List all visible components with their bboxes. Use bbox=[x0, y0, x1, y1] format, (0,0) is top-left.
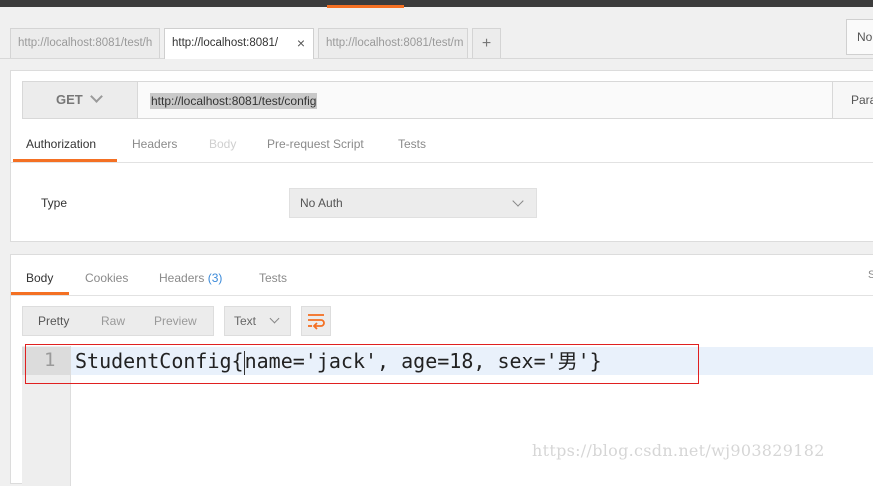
chevron-down-icon bbox=[269, 313, 280, 324]
auth-type-select[interactable]: No Auth bbox=[289, 188, 537, 218]
tab-request-3[interactable]: http://localhost:8081/test/m bbox=[318, 28, 468, 58]
code-before-cursor: StudentConfig{ bbox=[75, 349, 244, 373]
watermark: https://blog.csdn.net/wj903829182 bbox=[532, 441, 825, 460]
close-icon[interactable]: × bbox=[297, 29, 305, 58]
wrap-icon bbox=[308, 314, 325, 330]
status-label: S bbox=[868, 269, 873, 281]
tab-body[interactable]: Body bbox=[209, 137, 236, 151]
tab-response-tests[interactable]: Tests bbox=[259, 271, 287, 285]
auth-type-label: Type bbox=[41, 196, 68, 210]
chevron-down-icon bbox=[89, 90, 103, 103]
view-mode-group: Pretty Raw Preview bbox=[22, 306, 214, 336]
tab-response-headers[interactable]: Headers (3) bbox=[159, 271, 222, 285]
format-select[interactable]: Text bbox=[224, 306, 291, 336]
url-bar: GET http://localhost:8081/test/config Pa… bbox=[22, 81, 873, 119]
pretty-button[interactable]: Pretty bbox=[38, 307, 69, 335]
active-tab-underline bbox=[13, 159, 117, 162]
wrap-lines-button[interactable] bbox=[301, 306, 331, 336]
environment-select[interactable]: No bbox=[846, 19, 873, 55]
tab-label: http://localhost:8081/test/m bbox=[326, 37, 464, 49]
tab-authorization[interactable]: Authorization bbox=[26, 137, 96, 151]
headers-label: Headers bbox=[159, 271, 205, 285]
tab-response-body[interactable]: Body bbox=[26, 271, 53, 285]
preview-button[interactable]: Preview bbox=[154, 307, 197, 335]
tab-request-2[interactable]: http://localhost:8081/ × bbox=[164, 28, 314, 59]
tab-headers[interactable]: Headers bbox=[132, 137, 177, 151]
method-label: GET bbox=[56, 92, 83, 107]
request-tabs: Authorization Headers Body Pre-request S… bbox=[11, 128, 873, 163]
tab-response-cookies[interactable]: Cookies bbox=[85, 271, 128, 285]
window-top-bar bbox=[0, 0, 873, 7]
raw-button[interactable]: Raw bbox=[101, 307, 125, 335]
add-tab-button[interactable]: + bbox=[472, 28, 501, 58]
format-value: Text bbox=[234, 314, 257, 328]
url-input[interactable]: http://localhost:8081/test/config bbox=[150, 93, 318, 109]
tab-request-1[interactable]: http://localhost:8081/test/h bbox=[10, 28, 160, 58]
response-tabs: Body Cookies Headers (3) Tests S bbox=[11, 255, 873, 296]
code-after-cursor: name='jack', age=18, sex='男'} bbox=[244, 349, 602, 373]
active-tab-underline bbox=[11, 292, 69, 295]
request-tab-strip: http://localhost:8081/test/h http://loca… bbox=[0, 8, 873, 59]
tab-pre-request-script[interactable]: Pre-request Script bbox=[267, 137, 364, 151]
line-number: 1 bbox=[44, 349, 56, 371]
headers-count-badge: (3) bbox=[207, 271, 223, 285]
tab-label: http://localhost:8081/test/h bbox=[18, 37, 153, 49]
response-body-text: StudentConfig{name='jack', age=18, sex='… bbox=[75, 348, 602, 375]
tab-label: http://localhost:8081/ bbox=[172, 37, 279, 49]
tab-tests[interactable]: Tests bbox=[398, 137, 426, 151]
auth-type-value: No Auth bbox=[300, 196, 343, 210]
request-panel: GET http://localhost:8081/test/config Pa… bbox=[10, 70, 873, 242]
chevron-down-icon bbox=[512, 195, 524, 207]
method-select[interactable]: GET bbox=[23, 82, 138, 118]
params-button[interactable]: Para bbox=[832, 82, 873, 118]
response-editor[interactable]: 1 StudentConfig{name='jack', age=18, sex… bbox=[22, 346, 873, 486]
